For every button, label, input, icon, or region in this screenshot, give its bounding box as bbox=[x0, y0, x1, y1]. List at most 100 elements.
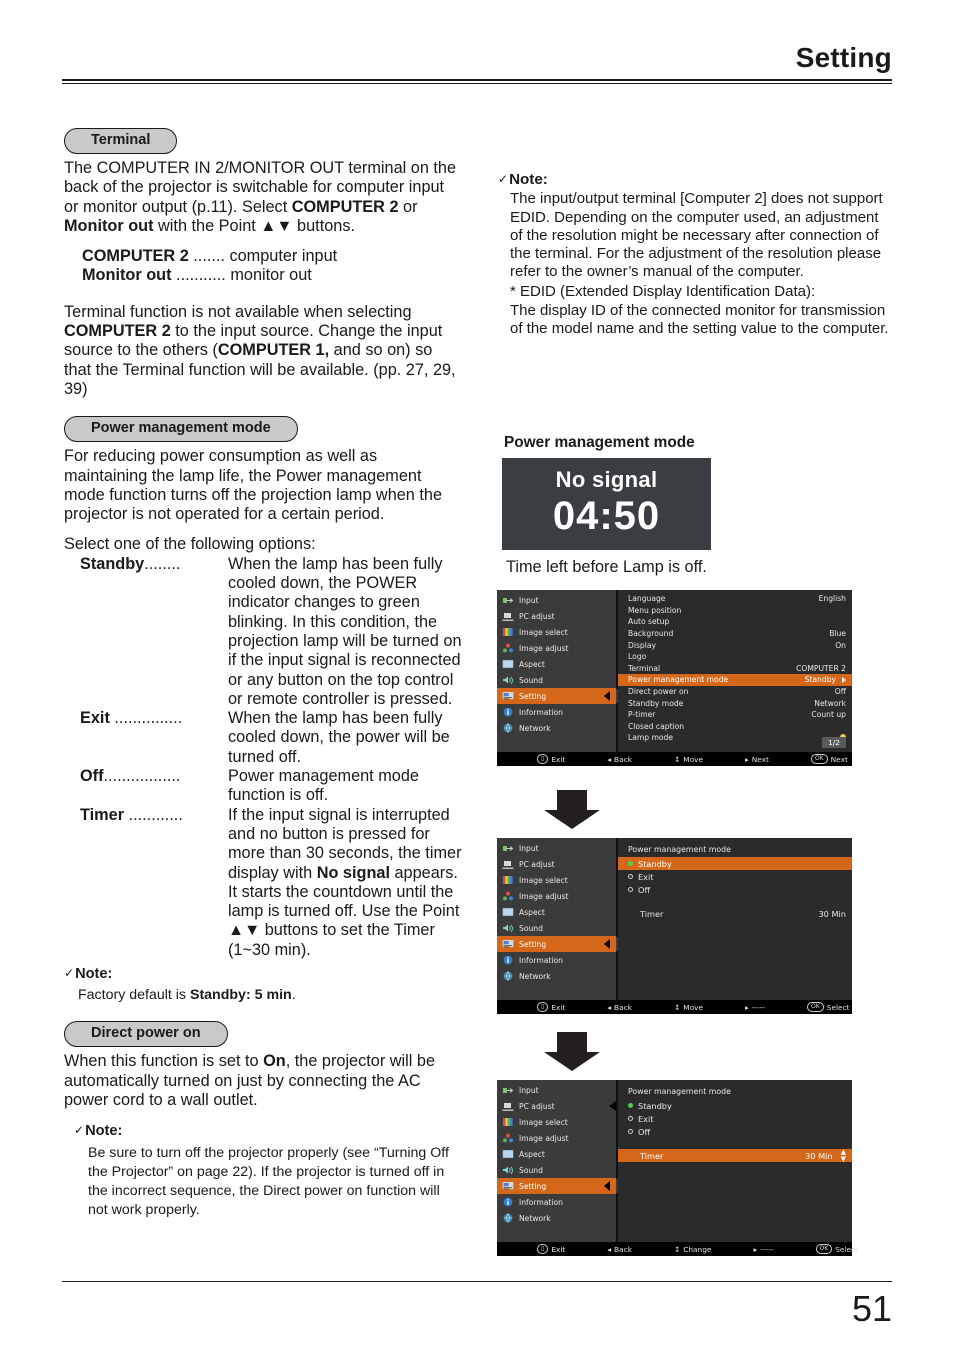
power-management-figure: Power management mode No signal 04:50 Ti… bbox=[502, 434, 711, 577]
osd-footer-hint: ◂ Back bbox=[607, 1245, 632, 1254]
osd-sidebar-item-information[interactable]: Information bbox=[497, 1194, 616, 1210]
osd-sidebar-item-information[interactable]: Information bbox=[497, 704, 616, 720]
osd-menu-row[interactable]: Lamp mode bbox=[618, 732, 852, 744]
osd-menu-row-label: Auto setup bbox=[628, 617, 670, 627]
osd-menu-panel: Language English Menu position Auto setup Ba… bbox=[618, 590, 852, 752]
osd-radio-option-exit[interactable]: Exit bbox=[618, 1112, 852, 1125]
option-row: Standby........ When the lamp has been f… bbox=[80, 555, 462, 709]
option-dots: ................. bbox=[103, 767, 181, 786]
osd-sidebar-item-label: Aspect bbox=[519, 1149, 545, 1159]
osd-body: Input PC adjust Image select Image adjust As… bbox=[497, 590, 852, 752]
osd-menu-row[interactable]: Background Blue bbox=[618, 628, 852, 640]
osd-menu-row[interactable]: Auto setup bbox=[618, 616, 852, 628]
definition-desc: monitor out bbox=[230, 266, 312, 285]
osd-sidebar-item-aspect[interactable]: Aspect bbox=[497, 656, 616, 672]
radio-button-icon[interactable] bbox=[628, 1129, 633, 1134]
osd-footer-hint-label: Move bbox=[683, 1002, 704, 1012]
radio-button-icon[interactable] bbox=[628, 1116, 633, 1121]
figure-caption: Power management mode bbox=[504, 434, 695, 451]
osd-sidebar-item-network[interactable]: Network bbox=[497, 968, 616, 984]
terminal-paragraph-1: The COMPUTER IN 2/MONITOR OUT terminal o… bbox=[64, 159, 457, 235]
osd-sidebar-item-image-select[interactable]: Image select bbox=[497, 1114, 616, 1130]
osd-sidebar-item-network[interactable]: Network bbox=[497, 1210, 616, 1226]
osd-sidebar-item-label: Sound bbox=[519, 675, 543, 685]
aspect-icon bbox=[502, 659, 514, 670]
osd-radio-option-standby[interactable]: Standby bbox=[609, 1099, 852, 1112]
osd-timer-row[interactable]: Timer 30 Min bbox=[618, 907, 852, 920]
osd-sidebar-item-label: PC adjust bbox=[519, 611, 555, 621]
note-star-body: The display ID of the connected monitor … bbox=[510, 302, 889, 338]
osd-sidebar-item-input[interactable]: Input bbox=[497, 840, 616, 856]
definition-row: Monitor out ........... monitor out bbox=[82, 266, 462, 285]
osd-menu-row[interactable]: Power management mode Standby bbox=[618, 674, 852, 686]
osd-sidebar: Input PC adjust Image select Image adjust As… bbox=[497, 838, 625, 1000]
osd-footer-hint: OK Select bbox=[815, 1244, 858, 1254]
osd-sidebar-item-label: Input bbox=[519, 595, 539, 605]
osd-radio-option-exit[interactable]: Exit bbox=[618, 870, 852, 883]
definition-dots: ........... bbox=[171, 266, 226, 285]
osd-sidebar-item-sound[interactable]: Sound bbox=[497, 920, 616, 936]
osd-menu-row[interactable]: Language English bbox=[618, 593, 852, 605]
radio-button-icon[interactable] bbox=[628, 1103, 633, 1108]
image-adjust-icon bbox=[502, 1133, 514, 1144]
input-icon bbox=[502, 843, 514, 854]
osd-sidebar-item-sound[interactable]: Sound bbox=[497, 672, 616, 688]
definition-row: COMPUTER 2 ....... computer input bbox=[82, 247, 462, 266]
radio-button-icon[interactable] bbox=[628, 861, 633, 866]
option-term-cell: Timer ............ bbox=[80, 806, 228, 960]
check-icon: ✓ bbox=[74, 1123, 85, 1138]
information-icon bbox=[502, 707, 514, 718]
osd-sidebar-item-label: Information bbox=[519, 955, 563, 965]
osd-menu-row[interactable]: Standby mode Network bbox=[618, 697, 852, 709]
osd-sidebar-item-setting[interactable]: Setting bbox=[497, 688, 625, 704]
osd-sidebar-item-image-select[interactable]: Image select bbox=[497, 872, 616, 888]
osd-sidebar-item-image-adjust[interactable]: Image adjust bbox=[497, 1130, 616, 1146]
osd-sidebar-item-information[interactable]: Information bbox=[497, 952, 616, 968]
osd-sidebar-item-image-adjust[interactable]: Image adjust bbox=[497, 640, 616, 656]
osd-timer-row[interactable]: Timer 30 Min ▲ ▼ bbox=[618, 1148, 852, 1163]
osd-sidebar-item-setting[interactable]: Setting bbox=[497, 936, 625, 952]
osd-footer-hint: ▯ Exit bbox=[537, 1002, 565, 1012]
radio-button-icon[interactable] bbox=[628, 887, 633, 892]
osd-sidebar-item-image-adjust[interactable]: Image adjust bbox=[497, 888, 616, 904]
ok-key-icon: OK bbox=[807, 1002, 824, 1012]
osd-panel-title: Power management mode bbox=[628, 1087, 731, 1096]
osd-menu-row[interactable]: Closed caption bbox=[618, 721, 852, 733]
osd-sidebar-item-network[interactable]: Network bbox=[497, 720, 616, 736]
osd-sidebar-item-image-select[interactable]: Image select bbox=[497, 624, 616, 640]
osd-menu-row-value: Blue bbox=[829, 629, 846, 639]
chevron-left-icon bbox=[604, 691, 610, 701]
osd-menu-row[interactable]: Terminal COMPUTER 2 bbox=[618, 663, 852, 675]
osd-sidebar-item-input[interactable]: Input bbox=[497, 1082, 616, 1098]
osd-sidebar-item-aspect[interactable]: Aspect bbox=[497, 904, 616, 920]
osd-footer-hint: ↕ Move bbox=[674, 1003, 703, 1012]
note-heading: Note: bbox=[75, 965, 113, 982]
osd-sidebar-item-setting[interactable]: Setting bbox=[497, 1178, 625, 1194]
osd-menu-row[interactable]: Menu position bbox=[618, 605, 852, 617]
osd-sidebar-item-pc-adjust[interactable]: PC adjust bbox=[497, 1098, 616, 1114]
osd-sidebar-item-aspect[interactable]: Aspect bbox=[497, 1146, 616, 1162]
updown-icon: ↕ bbox=[673, 1244, 681, 1254]
chevron-left-icon: ◂ bbox=[607, 1244, 612, 1254]
osd-sidebar-item-input[interactable]: Input bbox=[497, 592, 616, 608]
radio-button-icon[interactable] bbox=[628, 874, 633, 879]
osd-radio-option-off[interactable]: Off bbox=[618, 1125, 852, 1138]
osd-sidebar-item-pc-adjust[interactable]: PC adjust bbox=[497, 608, 616, 624]
osd-sidebar-item-pc-adjust[interactable]: PC adjust bbox=[497, 856, 616, 872]
osd-radio-option-off[interactable]: Off bbox=[618, 883, 852, 896]
osd-menu-row[interactable]: P-timer Count up bbox=[618, 709, 852, 721]
osd-radio-option-standby[interactable]: Standby bbox=[618, 857, 852, 870]
osd-menu-row[interactable]: Display On bbox=[618, 639, 852, 651]
stepper-updown-icon[interactable]: ▲ ▼ bbox=[841, 1148, 846, 1163]
osd-menu-row[interactable]: Logo bbox=[618, 651, 852, 663]
osd-footer-hint: ◂ Back bbox=[607, 1003, 632, 1012]
osd-menu-row[interactable]: Direct power on Off bbox=[618, 686, 852, 698]
osd-radio-option-label: Standby bbox=[638, 1100, 672, 1111]
option-dots: ............... bbox=[109, 709, 183, 728]
right-column: ✓Note: The input/output terminal [Comput… bbox=[498, 170, 890, 339]
terminal-pill-label: Terminal bbox=[64, 128, 178, 154]
pc-adjust-icon bbox=[502, 1101, 514, 1112]
osd-sidebar-item-sound[interactable]: Sound bbox=[497, 1162, 616, 1178]
option-dots: ........ bbox=[144, 554, 181, 573]
osd-menu-row-label: Background bbox=[628, 629, 674, 639]
